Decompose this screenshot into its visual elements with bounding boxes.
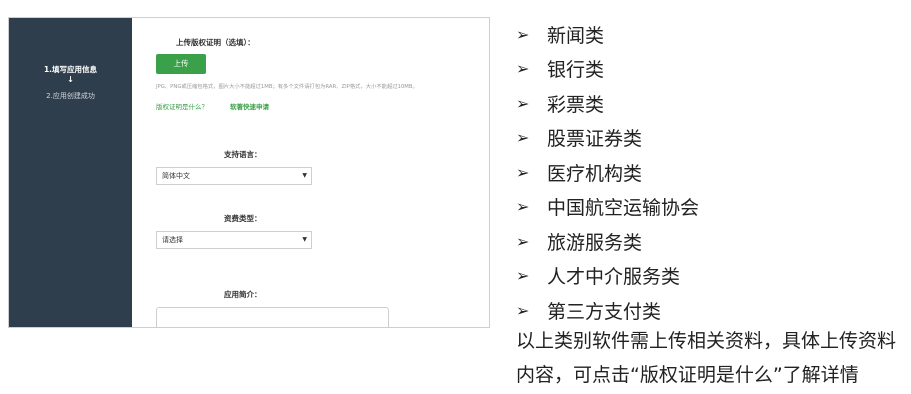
- category-label: 新闻类: [547, 24, 605, 47]
- language-select[interactable]: 简体中文 ▼: [156, 167, 312, 185]
- category-label: 股票证券类: [547, 128, 643, 151]
- fee-select-value: 请选择: [162, 236, 183, 244]
- arrowhead-bullet-icon: ➢: [516, 59, 530, 79]
- arrowhead-bullet-icon: ➢: [516, 197, 530, 217]
- language-select-value: 简体中文: [162, 172, 190, 180]
- category-label: 旅游服务类: [547, 231, 643, 254]
- step-fill-info: 1.填写应用信息: [43, 65, 98, 74]
- caret-down-icon: ▼: [302, 172, 307, 179]
- category-list: ➢ 新闻类 ➢ 银行类 ➢ 彩票类 ➢ 股票证券类 ➢ 医疗机构类 ➢ 中国航空运输协会 ➢…: [516, 17, 699, 328]
- step-app-created: 2.应用创建成功: [46, 92, 95, 100]
- list-item: ➢ 医疗机构类: [516, 155, 699, 190]
- caret-down-icon: ▼: [302, 236, 307, 243]
- category-label: 医疗机构类: [547, 162, 643, 185]
- arrowhead-bullet-icon: ➢: [516, 128, 530, 148]
- upload-hint: JPG、PNG或压缩包格式，图片大小不能超过1MB；有多个文件请打包为RAR、Z…: [156, 84, 418, 90]
- list-item: ➢ 人才中介服务类: [516, 259, 699, 294]
- category-label: 人才中介服务类: [547, 266, 681, 289]
- intro-label: 应用简介：: [224, 290, 262, 299]
- intro-textarea[interactable]: [156, 307, 389, 327]
- screenshot-panel: 1.填写应用信息 ↓ 2.应用创建成功 上传版权证明（选填）： 上传 JPG、P…: [8, 17, 490, 328]
- upload-button[interactable]: 上传: [156, 54, 206, 74]
- list-item: ➢ 新闻类: [516, 17, 699, 52]
- list-item: ➢ 中国航空运输协会: [516, 190, 699, 225]
- category-label: 彩票类: [547, 93, 605, 116]
- arrowhead-bullet-icon: ➢: [516, 162, 530, 182]
- fee-select[interactable]: 请选择 ▼: [156, 231, 312, 249]
- description-text: 以上类别软件需上传相关资料，具体上传资料内容，可点击“版权证明是什么”了解详情: [516, 330, 897, 386]
- copyright-what-link[interactable]: 版权证明是什么？: [156, 101, 208, 111]
- language-label: 支持语言：: [224, 150, 262, 159]
- category-label: 第三方支付类: [547, 300, 662, 323]
- list-item: ➢ 第三方支付类: [516, 293, 699, 328]
- fee-label: 资费类型：: [224, 214, 262, 223]
- form-area: 上传版权证明（选填）： 上传 JPG、PNG或压缩包格式，图片大小不能超过1MB…: [132, 18, 489, 327]
- list-item: ➢ 旅游服务类: [516, 224, 699, 259]
- quick-apply-link[interactable]: 软著快速申请: [230, 101, 269, 111]
- arrow-down-icon: ↓: [67, 75, 74, 84]
- arrowhead-bullet-icon: ➢: [516, 93, 530, 113]
- list-item: ➢ 股票证券类: [516, 121, 699, 156]
- arrowhead-bullet-icon: ➢: [516, 24, 530, 44]
- category-label: 银行类: [547, 59, 605, 82]
- list-item: ➢ 银行类: [516, 52, 699, 87]
- arrowhead-bullet-icon: ➢: [516, 266, 530, 286]
- arrowhead-bullet-icon: ➢: [516, 231, 530, 251]
- list-item: ➢ 彩票类: [516, 86, 699, 121]
- copyright-label: 上传版权证明（选填）：: [176, 38, 255, 47]
- category-label: 中国航空运输协会: [547, 197, 700, 220]
- step-sidebar: 1.填写应用信息 ↓ 2.应用创建成功: [9, 18, 132, 327]
- arrowhead-bullet-icon: ➢: [516, 300, 530, 320]
